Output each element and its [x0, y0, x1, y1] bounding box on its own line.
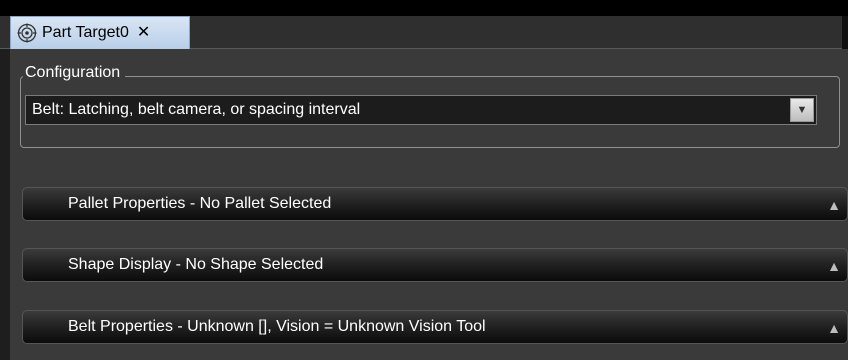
- shape-display-header[interactable]: Shape Display - No Shape Selected ▲: [22, 248, 848, 282]
- chevron-up-icon: ▲: [827, 258, 841, 274]
- tab-title: Part Target0: [42, 24, 129, 41]
- chevron-up-icon: ▲: [827, 197, 841, 213]
- chevron-down-icon[interactable]: ▼: [790, 98, 814, 122]
- close-icon[interactable]: ✕: [137, 25, 150, 41]
- section-label: Pallet Properties - No Pallet Selected: [68, 195, 332, 212]
- target-icon: [17, 23, 37, 43]
- part-target-panel: Configuration Belt: Latching, belt camer…: [10, 49, 848, 360]
- chevron-up-icon: ▲: [827, 320, 841, 336]
- configuration-legend: Configuration: [23, 64, 126, 82]
- configuration-select[interactable]: Belt: Latching, belt camera, or spacing …: [25, 95, 817, 125]
- configuration-group: Configuration Belt: Latching, belt camer…: [20, 64, 840, 148]
- configuration-selected-value: Belt: Latching, belt camera, or spacing …: [32, 101, 361, 118]
- title-strip: [0, 0, 848, 16]
- pallet-properties-header[interactable]: Pallet Properties - No Pallet Selected ▲: [22, 187, 848, 221]
- section-label: Belt Properties - Unknown [], Vision = U…: [68, 318, 486, 335]
- section-label: Shape Display - No Shape Selected: [68, 256, 324, 273]
- tab-bar-edge: [842, 16, 848, 49]
- tab-bar: Part Target0 ✕: [0, 16, 848, 49]
- tab-part-target0[interactable]: Part Target0 ✕: [10, 16, 190, 49]
- belt-properties-header[interactable]: Belt Properties - Unknown [], Vision = U…: [22, 310, 848, 344]
